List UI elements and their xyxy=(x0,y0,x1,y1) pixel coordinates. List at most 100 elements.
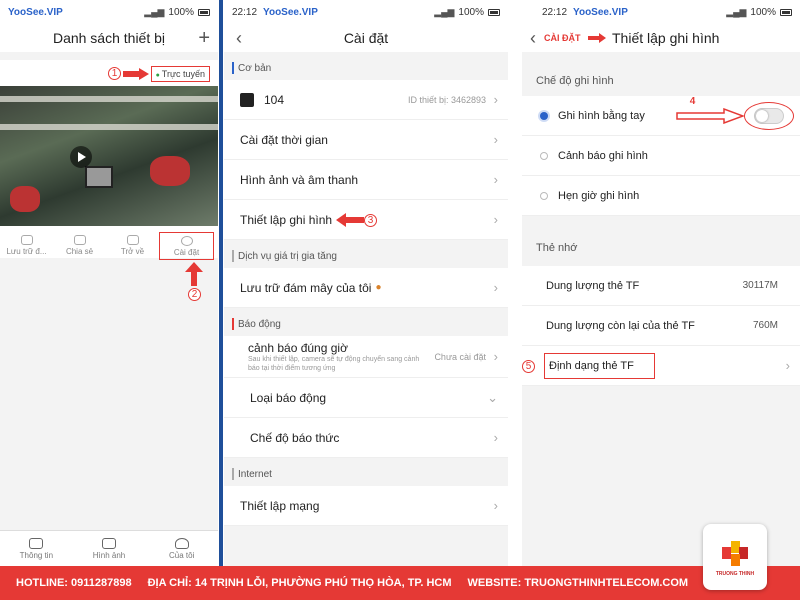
settings-button[interactable]: Cài đặt xyxy=(159,232,214,260)
tf-capacity-row: Dung lượng thẻ TF 30117M xyxy=(522,266,800,306)
signal-icon: ▂▄▆ xyxy=(144,6,165,17)
camera-preview[interactable] xyxy=(0,86,218,226)
time-settings-row[interactable]: Cài đặt thời gian › xyxy=(224,120,508,160)
chevron-right-icon: › xyxy=(493,132,498,147)
chevron-right-icon: › xyxy=(493,92,498,107)
online-status-badge: Trực tuyến xyxy=(150,66,210,82)
section-value-added: Dịch vụ giá trị gia tăng xyxy=(224,244,508,268)
battery-label: 100% xyxy=(168,6,194,18)
logo-mark-icon xyxy=(720,537,750,567)
recording-settings-row[interactable]: Thiết lập ghi hình 3 › xyxy=(224,200,508,240)
chevron-right-icon: › xyxy=(493,280,498,295)
section-record-mode: Chế độ ghi hình xyxy=(522,66,800,96)
device-info-row[interactable]: 104 ID thiết bị: 3462893 › xyxy=(224,80,508,120)
alarm-status: Chưa cài đặt xyxy=(434,351,486,362)
status-time: 22:12 xyxy=(542,6,568,18)
nav-bar: ‹ Cài đặt xyxy=(224,24,508,52)
company-logo: TRUONG THINH xyxy=(703,524,767,590)
radio-unselected[interactable] xyxy=(540,191,548,200)
footer-banner: HOTLINE: 0911287898 ĐỊA CHỈ: 14 TRỊNH LỖ… xyxy=(0,566,800,600)
page-title: Thiết lập ghi hình xyxy=(612,30,720,46)
section-internet: Internet xyxy=(224,462,508,486)
chevron-down-icon: ⌄ xyxy=(487,389,498,405)
radio-unselected[interactable] xyxy=(540,151,548,160)
hotline: HOTLINE: 0911287898 xyxy=(16,577,132,589)
device-card[interactable]: 1 Trực tuyến Lưu trữ đ... Chia sẻ Trở về… xyxy=(0,60,218,260)
section-alarm: Báo động xyxy=(224,312,508,336)
chevron-right-icon: › xyxy=(493,498,498,513)
status-bar: 22:12 YooSee.VIP ▂▄▆ 100% xyxy=(224,0,508,24)
battery-icon xyxy=(780,8,792,16)
network-settings-row[interactable]: Thiết lập mạng › xyxy=(224,486,508,526)
step-4-arrow-icon xyxy=(676,108,744,124)
website: WEBSITE: TRUONGTHINHTELECOM.COM xyxy=(467,577,689,589)
nav-bar: ‹ CÀI ĐẶT Thiết lập ghi hình xyxy=(522,24,800,52)
device-avatar xyxy=(240,92,254,107)
cloud-icon xyxy=(20,234,33,245)
tab-profile[interactable]: Của tôi xyxy=(145,531,218,566)
chevron-right-icon: › xyxy=(785,358,790,373)
playback-button[interactable]: Trở về xyxy=(106,230,159,260)
timed-alarm-row[interactable]: cảnh báo đúng giờ Sau khi thiết lập, cam… xyxy=(224,336,508,378)
play-icon[interactable] xyxy=(70,146,92,168)
coin-icon: ● xyxy=(375,282,382,293)
battery-icon xyxy=(198,8,210,16)
alarm-type-row[interactable]: Loại báo động ⌄ xyxy=(224,378,508,418)
device-id: ID thiết bị: 3462893 xyxy=(407,94,486,105)
back-icon[interactable]: ‹ xyxy=(530,28,536,49)
chevron-right-icon: › xyxy=(493,172,498,187)
arrow-right-icon xyxy=(588,33,606,43)
alarm-record-row[interactable]: Cảnh báo ghi hình xyxy=(522,136,800,176)
chevron-right-icon: › xyxy=(493,212,498,227)
status-app-name: YooSee.VIP xyxy=(8,6,63,18)
format-tf-button[interactable]: Định dạng thẻ TF xyxy=(544,352,655,379)
tab-images[interactable]: Hình ảnh xyxy=(73,531,146,566)
chevron-right-icon: › xyxy=(493,430,498,445)
format-tf-row[interactable]: 5 Định dạng thẻ TF › xyxy=(522,346,800,386)
recording-settings-screen: 22:12 YooSee.VIP ▂▄▆ 100% ‹ CÀI ĐẶT Thiết … xyxy=(522,0,800,566)
share-button[interactable]: Chia sẻ xyxy=(53,230,106,260)
scheduled-record-row[interactable]: Hẹn giờ ghi hình xyxy=(522,176,800,216)
add-device-icon[interactable]: + xyxy=(198,28,210,48)
manual-record-toggle[interactable] xyxy=(754,108,784,124)
step-1-marker: 1 xyxy=(108,67,121,80)
back-icon[interactable]: ‹ xyxy=(236,28,242,49)
user-icon xyxy=(174,537,189,549)
status-bar: YooSee.VIP ▂▄▆ 100% xyxy=(0,0,218,24)
manual-record-row[interactable]: Ghi hình bằng tay 4 xyxy=(522,96,800,136)
section-memory-card: Thẻ nhớ xyxy=(522,230,800,266)
back-label[interactable]: CÀI ĐẶT xyxy=(544,33,581,43)
page-title: Danh sách thiết bị xyxy=(52,30,166,46)
battery-label: 100% xyxy=(458,6,484,18)
step-3-arrow-icon xyxy=(336,213,364,227)
gear-icon xyxy=(180,235,193,246)
alarm-mode-row[interactable]: Chế độ báo thức › xyxy=(224,418,508,458)
settings-screen: 22:12 YooSee.VIP ▂▄▆ 100% ‹ Cài đặt Cơ bản… xyxy=(224,0,508,566)
separator xyxy=(510,0,520,566)
step-2-arrow-icon xyxy=(185,262,203,286)
tab-info[interactable]: Thông tin xyxy=(0,531,73,566)
playback-icon xyxy=(126,234,139,245)
status-app-name: YooSee.VIP xyxy=(573,6,628,18)
page-title: Cài đặt xyxy=(343,30,389,46)
radio-selected[interactable] xyxy=(540,111,548,120)
chevron-right-icon: › xyxy=(493,349,498,364)
nav-bar: Danh sách thiết bị + xyxy=(0,24,218,52)
address: ĐỊA CHỈ: 14 TRỊNH LỖI, PHƯỜNG PHÚ THỌ HÒ… xyxy=(147,577,452,589)
step-5-marker: 5 xyxy=(522,360,535,373)
cloud-storage-button[interactable]: Lưu trữ đ... xyxy=(0,230,53,260)
signal-icon: ▂▄▆ xyxy=(434,6,455,17)
chat-icon xyxy=(29,537,44,549)
bottom-tab-bar: Thông tin Hình ảnh Của tôi xyxy=(0,530,218,566)
image-icon xyxy=(102,537,116,549)
status-time: 22:12 xyxy=(232,6,258,18)
signal-icon: ▂▄▆ xyxy=(726,6,747,17)
step-2-marker: 2 xyxy=(188,288,201,301)
cloud-storage-row[interactable]: Lưu trữ đám mây của tôi ● › xyxy=(224,268,508,308)
image-sound-row[interactable]: Hình ảnh và âm thanh › xyxy=(224,160,508,200)
battery-icon xyxy=(488,8,500,16)
device-list-screen: YooSee.VIP ▂▄▆ 100% Danh sách thiết bị + … xyxy=(0,0,218,566)
step-1-arrow-icon xyxy=(123,68,149,80)
tf-remaining-row: Dung lượng còn lại của thẻ TF 760M xyxy=(522,306,800,346)
section-basic: Cơ bản xyxy=(224,56,508,80)
